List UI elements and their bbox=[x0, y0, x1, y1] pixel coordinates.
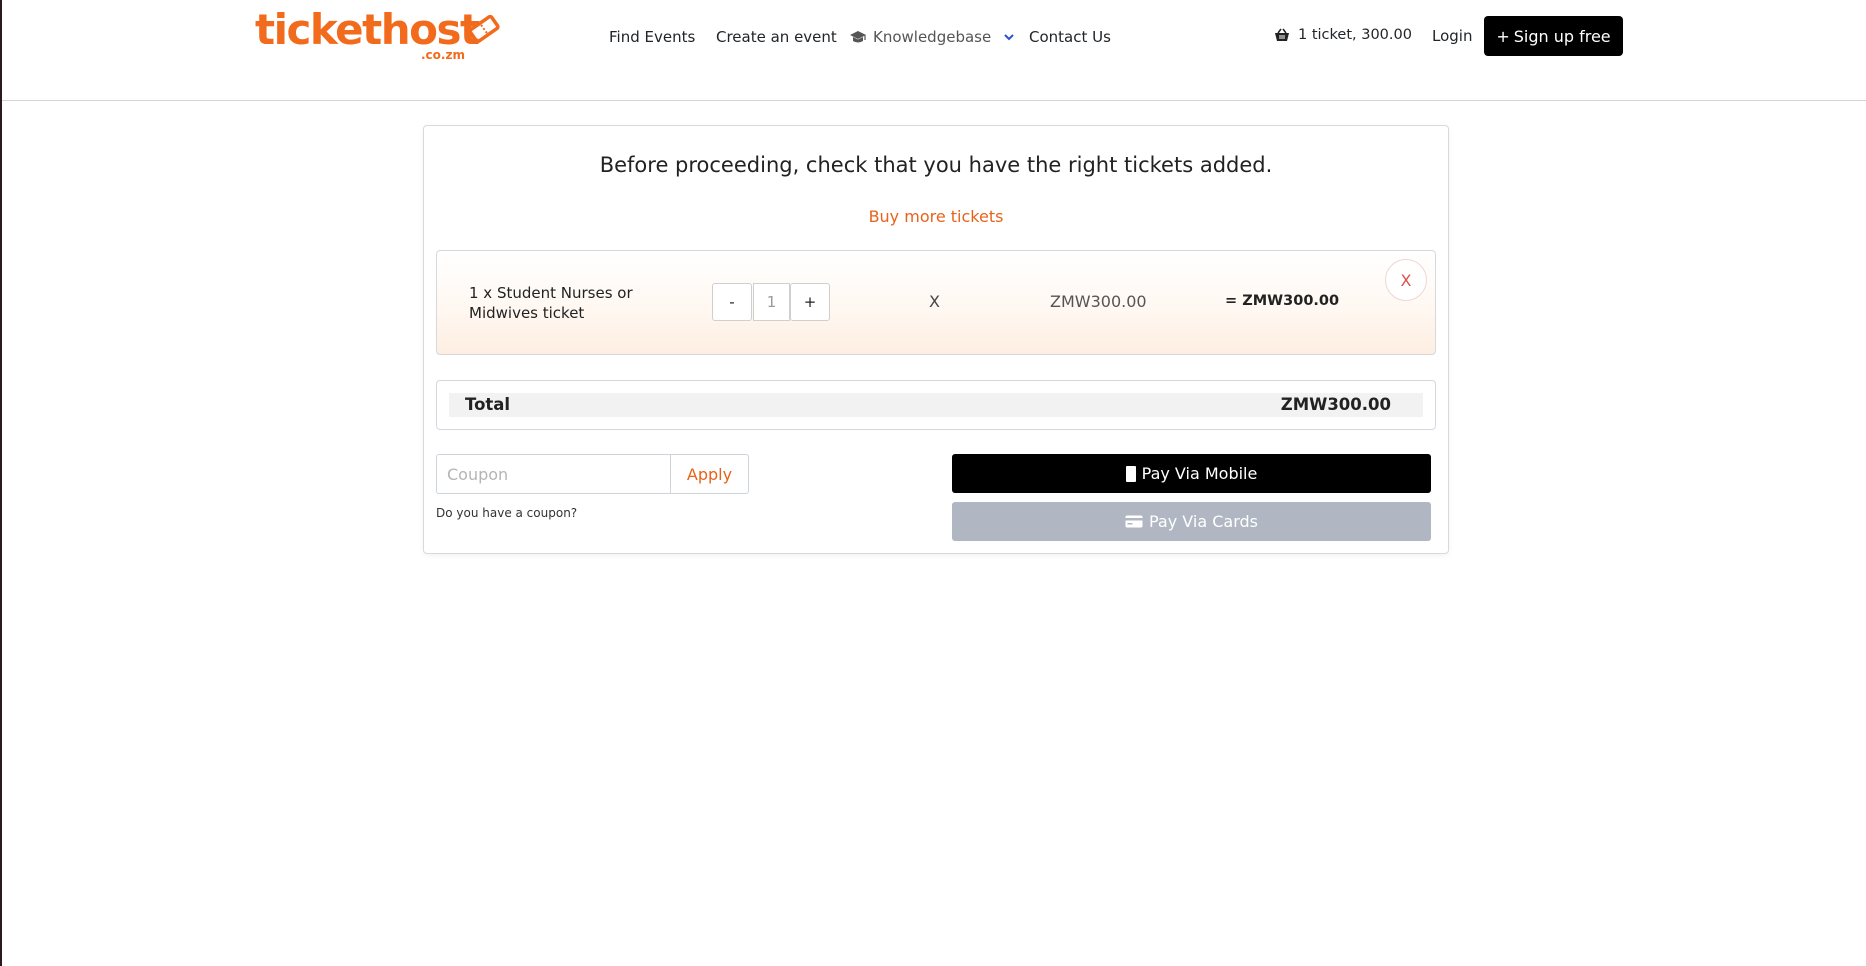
total-label: Total bbox=[465, 395, 511, 414]
coupon-input[interactable] bbox=[436, 454, 671, 494]
ticket-icon bbox=[468, 14, 500, 44]
window-edge bbox=[0, 0, 2, 966]
nav-create-event[interactable]: Create an event bbox=[716, 27, 837, 47]
credit-card-icon bbox=[1125, 515, 1143, 528]
plus-icon: + bbox=[1496, 26, 1510, 46]
nav-contact-us[interactable]: Contact Us bbox=[1029, 27, 1111, 47]
mobile-phone-icon bbox=[1125, 465, 1136, 482]
nav-knowledgebase[interactable]: Knowledgebase bbox=[849, 27, 1015, 47]
pay-via-cards-button[interactable]: Pay Via Cards bbox=[952, 502, 1431, 541]
checkout-card: Before proceeding, check that you have t… bbox=[423, 125, 1449, 554]
pay-via-cards-label: Pay Via Cards bbox=[1149, 512, 1258, 531]
logo-domain: .co.zm bbox=[421, 48, 465, 62]
order-total: Total ZMW300.00 bbox=[436, 380, 1436, 430]
page-title: Before proceeding, check that you have t… bbox=[599, 153, 1273, 177]
multiply-sign: X bbox=[929, 292, 940, 311]
chevron-down-icon bbox=[1004, 34, 1014, 41]
ticket-name: 1 x Student Nurses or Midwives ticket bbox=[469, 284, 633, 322]
quantity-increase-button[interactable]: + bbox=[790, 283, 830, 321]
site-logo[interactable]: tickethost .co.zm bbox=[255, 6, 505, 64]
signup-button[interactable]: + Sign up free bbox=[1484, 16, 1623, 56]
quantity-decrease-button[interactable]: - bbox=[712, 283, 752, 321]
pay-via-mobile-label: Pay Via Mobile bbox=[1141, 464, 1258, 483]
signup-label: Sign up free bbox=[1513, 26, 1611, 46]
logo-text: tickethost bbox=[255, 5, 480, 54]
cart-text: 1 ticket, 300.00 bbox=[1298, 27, 1412, 43]
quantity-field[interactable]: 1 bbox=[753, 283, 790, 321]
unit-price: ZMW300.00 bbox=[1050, 292, 1147, 311]
login-link[interactable]: Login bbox=[1432, 27, 1472, 45]
buy-more-tickets-link[interactable]: Buy more tickets bbox=[424, 207, 1448, 226]
nav-find-events[interactable]: Find Events bbox=[609, 27, 695, 47]
pay-via-mobile-button[interactable]: Pay Via Mobile bbox=[952, 454, 1431, 493]
total-row: Total ZMW300.00 bbox=[449, 393, 1423, 417]
nav-knowledgebase-label: Knowledgebase bbox=[873, 28, 992, 46]
apply-coupon-button[interactable]: Apply bbox=[670, 454, 749, 494]
coupon-help-text: Do you have a coupon? bbox=[436, 506, 578, 520]
cart-summary[interactable]: 1 ticket, 300.00 bbox=[1274, 27, 1412, 43]
site-header: tickethost .co.zm Find Events Create an … bbox=[2, 0, 1866, 101]
remove-ticket-button[interactable]: X bbox=[1385, 259, 1427, 301]
total-value: ZMW300.00 bbox=[1280, 395, 1391, 414]
ticket-line-item: 1 x Student Nurses or Midwives ticket - … bbox=[436, 250, 1436, 355]
basket-icon bbox=[1275, 28, 1289, 41]
graduation-cap-icon bbox=[850, 31, 866, 43]
line-total: = ZMW300.00 bbox=[1225, 293, 1340, 309]
